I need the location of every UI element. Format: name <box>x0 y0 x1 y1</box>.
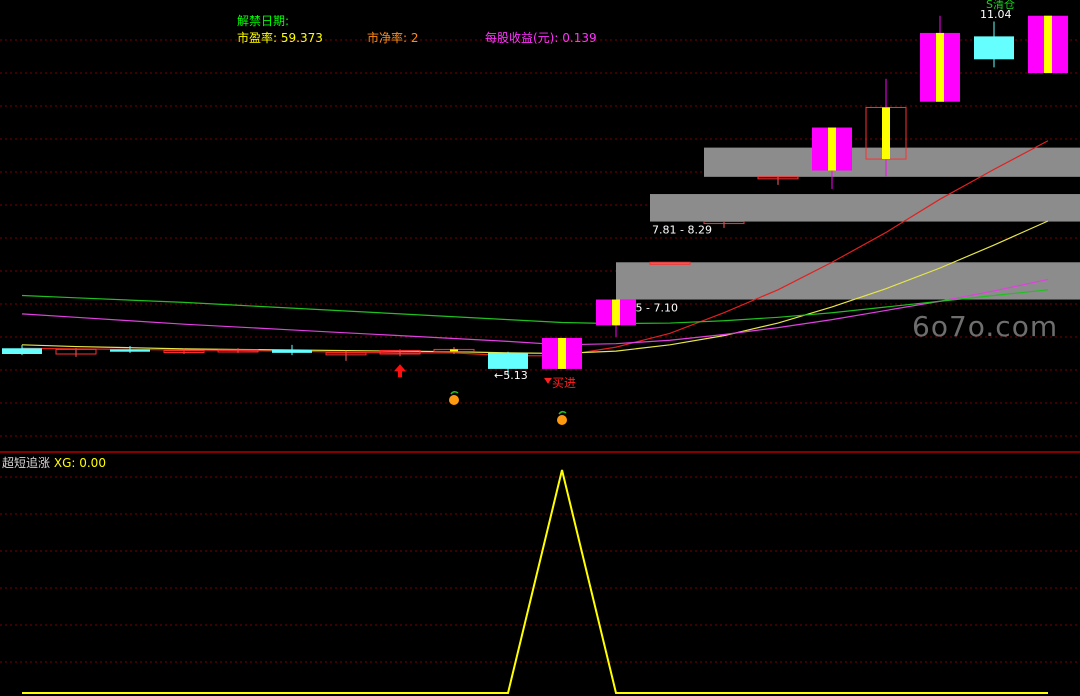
xg-value: 0.00 <box>79 456 106 470</box>
eps-value: 0.139 <box>562 31 597 45</box>
candle-body-stripe <box>450 349 458 352</box>
candle-body-stripe <box>1044 15 1052 74</box>
orange-leaf-icon <box>450 390 459 395</box>
eps: 每股收益(元): 0.139 <box>485 29 597 46</box>
eps-label: 每股收益(元): <box>485 31 559 45</box>
support-zone <box>650 194 1080 222</box>
orange-marker-icon <box>557 415 567 425</box>
price-annotation: S清仓 <box>986 0 1015 11</box>
pe-label: 市盈率: <box>237 31 278 45</box>
candle-body <box>272 349 312 353</box>
candle-body-stripe <box>882 107 890 160</box>
pb-value: 2 <box>410 31 419 45</box>
indicator-header: 超短追涨 XG: 0.00 <box>2 454 106 471</box>
candle-body-stripe <box>936 32 944 102</box>
candle-body <box>488 352 528 369</box>
xg-label: XG: <box>53 456 76 470</box>
buy-arrow-icon <box>544 377 552 384</box>
candle-body <box>974 36 1014 60</box>
stock-chart-window: 6.45 - 7.10 7.81 - 8.29 ←5.13 买进 11.04 S清仓 解禁… <box>0 0 1080 696</box>
candle-body-stripe <box>828 127 836 171</box>
indicator-name: 超短追涨 <box>2 456 51 470</box>
watermark: 6o7o.com <box>912 310 1059 343</box>
candlestick-chart[interactable]: 6.45 - 7.107.81 - 8.29←5.13买进11.04S清仓 <box>0 0 1080 696</box>
price-annotation: ←5.13 <box>494 369 528 382</box>
support-zone <box>704 147 1080 177</box>
xg-signal-line <box>22 469 1048 694</box>
price-annotation: 买进 <box>552 376 576 390</box>
orange-marker-icon <box>449 395 459 405</box>
unlock-date-label: 解禁日期: <box>237 14 290 28</box>
pe-ratio: 市盈率: 59.373 <box>237 29 323 46</box>
candle-body-stripe <box>558 337 566 369</box>
buy-arrow-icon <box>394 364 406 378</box>
candle-body <box>2 348 42 354</box>
candle-body-stripe <box>612 299 620 326</box>
pb-label: 市净率: <box>367 31 408 45</box>
orange-leaf-icon <box>558 410 567 415</box>
pb-ratio: 市净率: 2 <box>367 29 419 46</box>
zone-label: 7.81 - 8.29 <box>652 224 712 237</box>
candle-body <box>110 349 150 352</box>
pe-value: 59.373 <box>280 31 323 45</box>
